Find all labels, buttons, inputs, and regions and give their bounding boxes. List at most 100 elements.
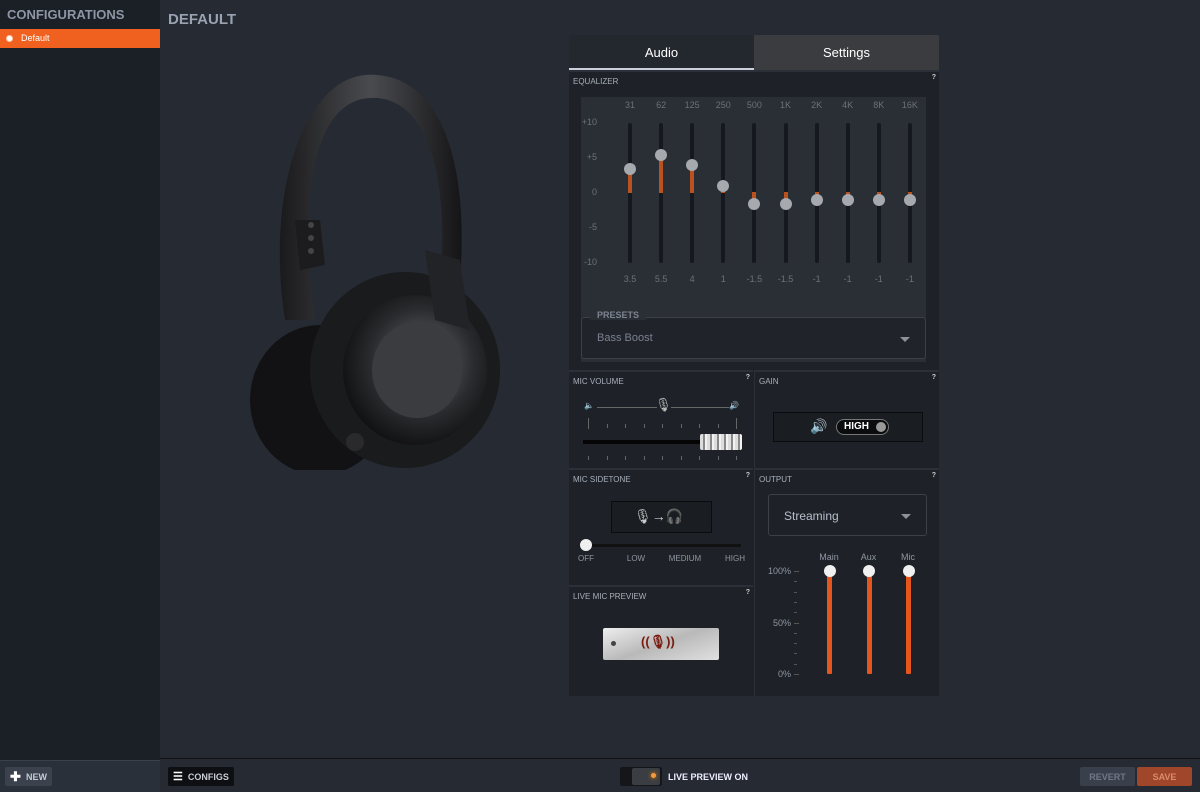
scale-tick — [794, 622, 799, 624]
configs-button[interactable]: ☰ CONFIGS — [168, 767, 234, 786]
sidetone-level-label: OFF — [578, 554, 594, 563]
eq-band-slider[interactable] — [624, 123, 636, 263]
scale-tick — [794, 591, 797, 593]
eq-band-thumb[interactable] — [717, 180, 730, 192]
revert-button[interactable]: REVERT — [1080, 767, 1135, 786]
eq-band-thumb[interactable] — [841, 194, 854, 206]
list-icon: ☰ — [173, 771, 183, 783]
tick-mark — [643, 424, 645, 428]
eq-band-thumb[interactable] — [748, 197, 761, 210]
eq-band-thumb[interactable] — [872, 194, 885, 206]
eq-value-label: -1 — [874, 274, 883, 284]
save-button[interactable]: SAVE — [1137, 767, 1192, 786]
gain-toggle[interactable]: 🔊 HIGH — [773, 412, 923, 442]
eq-y-label: -5 — [588, 222, 597, 232]
equalizer-graph: +10 +5 0 -5 -10 31 3.5 62 5.5 125 4 250 1 500 -1.5 1K -… — [581, 97, 926, 362]
help-icon[interactable]: ? — [932, 74, 936, 81]
gain-label: GAIN — [759, 377, 779, 386]
eq-band-thumb[interactable] — [903, 194, 916, 206]
sidetone-level-label: LOW — [626, 554, 646, 563]
new-config-button[interactable]: ✚ NEW — [5, 767, 52, 786]
eq-band-slider[interactable] — [779, 123, 792, 263]
eq-value-label: -1.5 — [746, 274, 763, 284]
tick-mark — [662, 456, 663, 460]
live-preview-toggle[interactable]: LIVE PREVIEW ON — [620, 767, 748, 786]
tick-mark — [717, 456, 719, 460]
eq-value-label: 3.5 — [623, 274, 637, 284]
sidebar-footer: ✚ NEW — [0, 760, 160, 792]
eq-value-label: -1.5 — [777, 274, 794, 284]
eq-band-thumb[interactable] — [624, 162, 636, 175]
eq-band-thumb[interactable] — [686, 159, 699, 171]
help-icon[interactable]: ? — [746, 589, 750, 596]
gain-section: GAIN ? 🔊 HIGH — [754, 370, 939, 468]
equalizer-label: EQUALIZER — [573, 77, 619, 86]
help-icon[interactable]: ? — [746, 472, 750, 479]
output-channel-thumb[interactable] — [863, 565, 875, 577]
scale-tick — [794, 653, 797, 655]
sidetone-thumb[interactable] — [580, 539, 592, 551]
mic-sidetone-label: MIC SIDETONE — [573, 475, 631, 484]
config-item-default[interactable]: Default — [0, 29, 160, 48]
live-preview-switch[interactable] — [620, 767, 662, 786]
settings-panel: Audio Settings EQUALIZER ? +10 +5 0 -5 -10 3… — [569, 35, 939, 696]
eq-freq-label: 62 — [656, 100, 667, 110]
eq-band-slider[interactable] — [872, 123, 885, 263]
microphone-icon: 🎙 — [655, 397, 672, 412]
tick-mark — [625, 456, 626, 460]
eq-freq-label: 2K — [811, 100, 823, 110]
eq-value-label: 5.5 — [654, 274, 668, 284]
sidetone-level-label: HIGH — [725, 554, 745, 563]
sidebar-title: CONFIGURATIONS — [7, 7, 125, 22]
plus-icon: ✚ — [10, 768, 21, 784]
eq-freq-label: 8K — [873, 100, 885, 110]
eq-band-slider[interactable] — [748, 123, 761, 263]
help-icon[interactable]: ? — [932, 472, 936, 479]
live-preview-label: LIVE PREVIEW ON — [668, 771, 749, 782]
eq-band-slider[interactable] — [686, 123, 699, 263]
output-label: OUTPUT — [759, 475, 792, 484]
eq-band-thumb[interactable] — [810, 194, 823, 206]
sidetone-level-label: MEDIUM — [668, 554, 702, 563]
live-mic-preview-button[interactable]: ((🎙)) — [603, 628, 719, 660]
eq-freq-label: 500 — [746, 100, 762, 110]
eq-freq-label: 250 — [715, 100, 731, 110]
tick-mark — [643, 456, 645, 460]
eq-value-label: -1 — [843, 274, 852, 284]
eq-band-slider[interactable] — [717, 123, 730, 263]
output-scale-label: 0% — [777, 669, 791, 679]
output-channel-thumb[interactable] — [823, 565, 836, 577]
output-section: OUTPUT ? Streaming 100% 50% 0% Main Aux Mic — [754, 468, 939, 696]
tick-mark — [625, 424, 626, 428]
tick-mark — [588, 418, 589, 429]
eq-value-label: 1 — [720, 274, 726, 284]
tick-mark — [736, 456, 737, 460]
eq-band-thumb[interactable] — [779, 197, 792, 210]
eq-band-slider[interactable] — [655, 123, 668, 263]
sidetone-slider[interactable] — [585, 544, 741, 547]
headset-image — [250, 74, 500, 470]
equalizer-section: EQUALIZER ? +10 +5 0 -5 -10 31 3.5 62 5.5 125 4 25… — [569, 70, 939, 370]
eq-y-label: +10 — [581, 117, 597, 127]
tick-mark — [662, 424, 663, 428]
eq-freq-label: 4K — [842, 100, 854, 110]
eq-freq-label: 16K — [901, 100, 918, 110]
tab-audio[interactable]: Audio — [569, 35, 754, 70]
configs-label: CONFIGS — [187, 771, 229, 782]
output-channel-thumb[interactable] — [902, 565, 915, 577]
eq-value-label: 4 — [689, 274, 695, 284]
eq-band-slider[interactable] — [841, 123, 854, 263]
scale-tick — [794, 674, 799, 675]
eq-band-thumb[interactable] — [655, 148, 668, 161]
output-dropdown[interactable]: Streaming — [768, 494, 927, 536]
mic-volume-handle[interactable] — [700, 434, 742, 450]
help-icon[interactable]: ? — [746, 374, 750, 381]
tab-settings[interactable]: Settings — [754, 35, 939, 70]
presets-dropdown[interactable]: PRESETS Bass Boost — [581, 310, 926, 359]
scale-tick — [794, 643, 797, 645]
eq-band-slider[interactable] — [810, 123, 823, 263]
scale-tick — [794, 612, 797, 614]
help-icon[interactable]: ? — [932, 374, 936, 381]
tick-mark — [699, 456, 700, 460]
eq-band-slider[interactable] — [903, 123, 916, 263]
